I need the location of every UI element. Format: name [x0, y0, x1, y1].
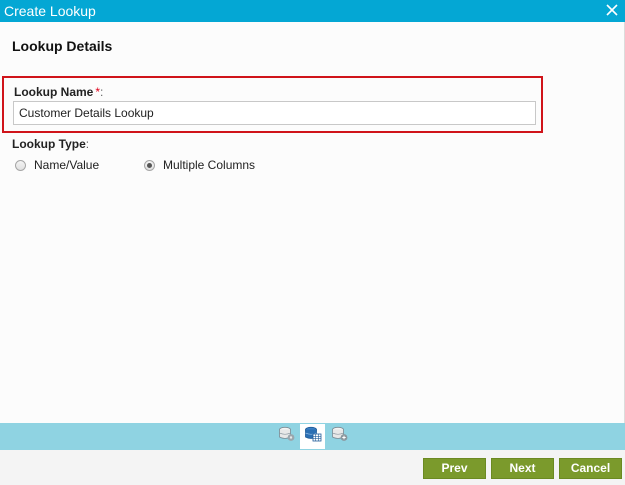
label-colon: :	[100, 85, 104, 99]
lookup-type-label-text: Lookup Type	[12, 137, 86, 151]
dialog-titlebar: Create Lookup	[0, 0, 625, 22]
lookup-name-input[interactable]	[13, 101, 536, 125]
prev-button[interactable]: Prev	[423, 458, 486, 479]
label-colon: :	[85, 137, 90, 151]
section-heading: Lookup Details	[12, 38, 113, 54]
cancel-button[interactable]: Cancel	[559, 458, 622, 479]
database-config-icon	[331, 426, 349, 447]
radio-name-value[interactable]: Name/Value	[15, 158, 99, 172]
step-database-settings[interactable]	[274, 424, 299, 449]
step-database-table[interactable]	[300, 424, 325, 449]
dialog-title: Create Lookup	[4, 3, 96, 19]
dialog-footer: Prev Next Cancel	[0, 450, 625, 485]
close-icon[interactable]	[605, 3, 619, 17]
lookup-name-label-text: Lookup Name	[14, 85, 94, 99]
radio-button[interactable]	[15, 159, 26, 171]
database-table-icon	[304, 426, 322, 447]
wizard-step-bar	[0, 423, 625, 450]
lookup-name-label: Lookup Name *:	[14, 85, 103, 99]
radio-label: Multiple Columns	[163, 158, 256, 172]
radio-button-selected[interactable]	[144, 159, 155, 171]
radio-multiple-columns[interactable]: Multiple Columns	[144, 158, 255, 172]
create-lookup-dialog: Create Lookup Lookup Details Lookup Name…	[0, 0, 625, 485]
lookup-name-field-group: Lookup Name *:	[2, 76, 543, 133]
lookup-type-label: Lookup Type:	[12, 137, 89, 151]
radio-label: Name/Value	[34, 158, 100, 172]
database-settings-icon	[278, 426, 296, 447]
next-button[interactable]: Next	[491, 458, 554, 479]
step-database-config[interactable]	[327, 424, 352, 449]
